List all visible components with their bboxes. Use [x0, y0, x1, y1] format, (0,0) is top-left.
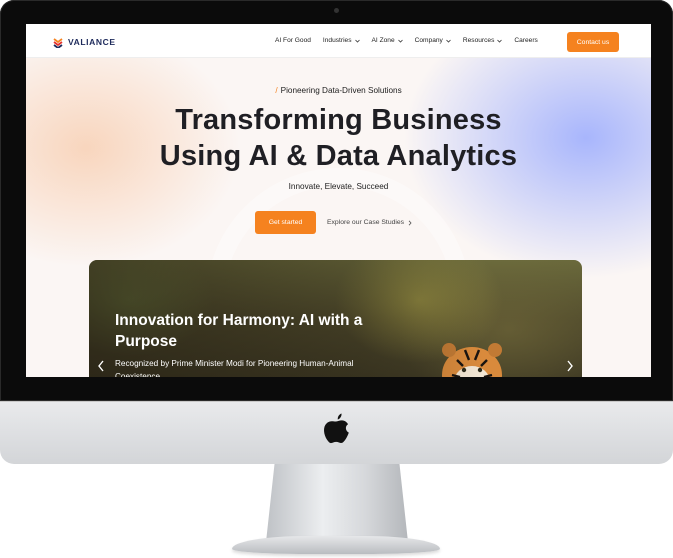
nav-menu: AI For Good Industries AI Zone Company R…	[275, 37, 550, 44]
explore-case-studies-label: Explore our Case Studies	[327, 219, 405, 226]
nav-item-careers[interactable]: Careers	[514, 37, 537, 44]
apple-icon	[324, 413, 349, 444]
nav-item-resources[interactable]: Resources	[463, 37, 503, 44]
nav-item-label: Industries	[322, 37, 352, 44]
chevron-down-icon	[446, 39, 451, 43]
slider-next-icon[interactable]	[566, 360, 574, 372]
monitor-stand-base	[232, 536, 440, 554]
nav-item-label: Careers	[514, 37, 538, 44]
tagline-slash-icon: /	[275, 86, 278, 95]
camera-dot	[334, 8, 339, 13]
website-screen: VALIANCE AI For Good Industries AI Zone …	[26, 24, 651, 377]
hero-subhead: Innovate, Elevate, Succeed	[288, 182, 389, 191]
tagline-text: Pioneering Data-Driven Solutions	[280, 86, 402, 95]
nav-item-label: AI For Good	[275, 37, 311, 44]
get-started-button[interactable]: Get started	[255, 211, 316, 234]
hero-tagline: / Pioneering Data-Driven Solutions	[26, 86, 651, 95]
nav-item-ai-zone[interactable]: AI Zone	[372, 37, 403, 44]
chevron-down-icon	[497, 39, 503, 43]
hero-headline: Transforming Business Using AI & Data An…	[26, 102, 651, 174]
headline-line-2: Using AI & Data Analytics	[159, 140, 518, 172]
monitor-stand-neck	[266, 464, 408, 542]
brand-logo[interactable]: VALIANCE	[52, 35, 116, 49]
nav-item-label: Company	[414, 37, 443, 44]
slider-prev-icon[interactable]	[97, 360, 105, 372]
valiance-logo-icon	[53, 38, 63, 48]
nav-item-label: AI Zone	[371, 37, 395, 44]
headline-line-1: Transforming Business	[175, 104, 502, 136]
nav-item-ai-for-good[interactable]: AI For Good	[275, 37, 311, 44]
slide-description: Recognized by Prime Minister Modi for Pi…	[115, 359, 354, 377]
navbar: VALIANCE AI For Good Industries AI Zone …	[26, 24, 651, 58]
nav-item-industries[interactable]: Industries	[323, 37, 360, 44]
contact-us-button[interactable]: Contact us	[567, 32, 619, 52]
chevron-down-icon	[354, 39, 360, 43]
slide-title: Innovation for Harmony: AI with a Purpos…	[115, 312, 363, 350]
hero-slider: Innovation for Harmony: AI with a Purpos…	[89, 260, 582, 377]
nav-item-label: Resources	[462, 37, 495, 44]
chevron-down-icon	[397, 39, 403, 43]
nav-item-company[interactable]: Company	[415, 37, 451, 44]
chevron-right-icon	[408, 220, 412, 225]
explore-case-studies-link[interactable]: Explore our Case Studies	[327, 211, 412, 234]
brand-name: VALIANCE	[68, 37, 116, 47]
